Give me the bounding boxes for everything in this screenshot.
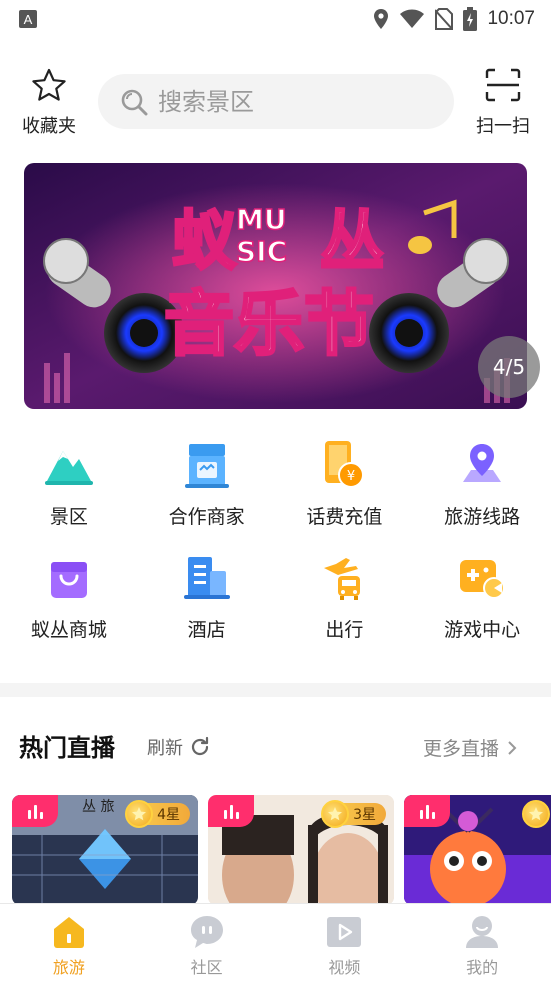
live-indicator-icon (404, 795, 450, 827)
refresh-button[interactable]: 刷新 (147, 734, 211, 760)
svg-text:音乐节: 音乐节 (164, 283, 374, 365)
category-phone-recharge[interactable]: ¥ 话费充值 (276, 440, 414, 553)
more-live-label: 更多直播 (423, 738, 500, 760)
header: 收藏夹 扫一扫 (0, 62, 551, 142)
nav-community[interactable]: 社区 (138, 904, 276, 981)
nav-travel[interactable]: 旅游 (0, 904, 138, 981)
star-medal-icon (321, 800, 350, 828)
category-mall[interactable]: 蚁丛商城 (0, 553, 138, 666)
live-indicator-icon (12, 795, 58, 827)
hotel-icon (182, 553, 232, 603)
banner-page-indicator: 4/5 (478, 336, 540, 398)
banner-image: 蚁 MU SIC 丛 音乐节 (24, 163, 527, 409)
svg-text:蚁: 蚁 (172, 205, 237, 279)
bottom-navigation: 旅游 社区 视频 我的 (0, 903, 551, 981)
scan-button[interactable]: 扫一扫 (470, 68, 536, 138)
nav-label: 社区 (190, 958, 223, 977)
category-label: 话费充值 (306, 506, 383, 528)
category-game-center[interactable]: 游戏中心 (413, 553, 551, 666)
svg-text:SIC: SIC (236, 235, 287, 268)
search-bar[interactable] (98, 74, 454, 129)
star-rating-badge: 4星 (125, 799, 190, 829)
category-scenic[interactable]: 景区 (0, 440, 138, 553)
search-input[interactable] (158, 87, 428, 116)
search-icon (121, 89, 148, 115)
status-bar: A 10:07 (0, 0, 551, 38)
shop-icon (182, 440, 232, 490)
favorites-button[interactable]: 收藏夹 (18, 68, 80, 138)
live-card[interactable]: 丛 旅 4星 (12, 795, 198, 905)
svg-text:A: A (24, 12, 33, 27)
live-card[interactable] (404, 795, 551, 905)
battery-icon (463, 7, 478, 31)
video-icon (327, 917, 362, 947)
nav-profile[interactable]: 我的 (413, 904, 551, 981)
scan-label: 扫一扫 (476, 116, 530, 137)
category-label: 合作商家 (168, 506, 245, 528)
star-rating-badge: 3星 (321, 799, 386, 829)
category-travel-routes[interactable]: 旅游线路 (413, 440, 551, 553)
refresh-icon (191, 736, 209, 756)
status-time: 10:07 (487, 8, 535, 29)
category-label: 旅游线路 (444, 506, 521, 528)
category-hotel[interactable]: 酒店 (138, 553, 276, 666)
live-cards: 丛 旅 4星 3星 (12, 795, 551, 905)
favorites-label: 收藏夹 (22, 116, 76, 137)
star-medal-icon (522, 800, 550, 828)
profile-icon (466, 916, 499, 948)
star-icon (32, 68, 66, 101)
nav-label: 旅游 (52, 958, 85, 977)
nav-label: 视频 (328, 958, 361, 977)
travel-icon (319, 553, 369, 603)
location-icon (374, 9, 389, 29)
category-partner-shops[interactable]: 合作商家 (138, 440, 276, 553)
svg-text:¥: ¥ (347, 469, 355, 484)
category-label: 出行 (325, 619, 364, 641)
category-travel[interactable]: 出行 (276, 553, 414, 666)
category-label: 酒店 (187, 619, 226, 641)
live-section-title: 热门直播 (19, 734, 115, 762)
no-sim-icon (435, 8, 454, 30)
gamepad-icon (457, 553, 507, 603)
refresh-label: 刷新 (147, 738, 183, 759)
chevron-right-icon (508, 740, 517, 755)
category-label: 蚁丛商城 (30, 619, 107, 641)
nav-video[interactable]: 视频 (276, 904, 414, 981)
section-divider (0, 683, 551, 697)
category-label: 景区 (49, 506, 88, 528)
phone-recharge-icon: ¥ (319, 440, 369, 490)
scan-icon (485, 68, 521, 102)
travel-home-icon (53, 917, 84, 948)
svg-text:MU: MU (236, 203, 287, 236)
live-section-header: 热门直播 刷新 更多直播 (0, 728, 551, 768)
app-notification-icon: A (19, 10, 37, 28)
wifi-icon (400, 9, 425, 28)
shopping-bag-icon (44, 553, 94, 603)
nav-label: 我的 (466, 958, 499, 977)
star-rating-badge (522, 799, 550, 829)
live-card[interactable]: 3星 (208, 795, 394, 905)
map-route-icon (457, 440, 507, 490)
mountain-icon (44, 440, 94, 490)
category-label: 游戏中心 (444, 619, 521, 641)
live-indicator-icon (208, 795, 254, 827)
star-medal-icon (125, 800, 154, 828)
more-live-link[interactable]: 更多直播 (423, 734, 517, 761)
category-grid: 景区 合作商家 ¥ 话费充值 旅游线路 蚁丛商城 酒店 出行 游戏中心 (0, 440, 551, 666)
svg-text:丛: 丛 (320, 205, 384, 279)
banner-carousel[interactable]: 蚁 MU SIC 丛 音乐节 (24, 163, 527, 409)
svg-text:丛 旅: 丛 旅 (82, 799, 114, 815)
community-icon (190, 916, 223, 948)
